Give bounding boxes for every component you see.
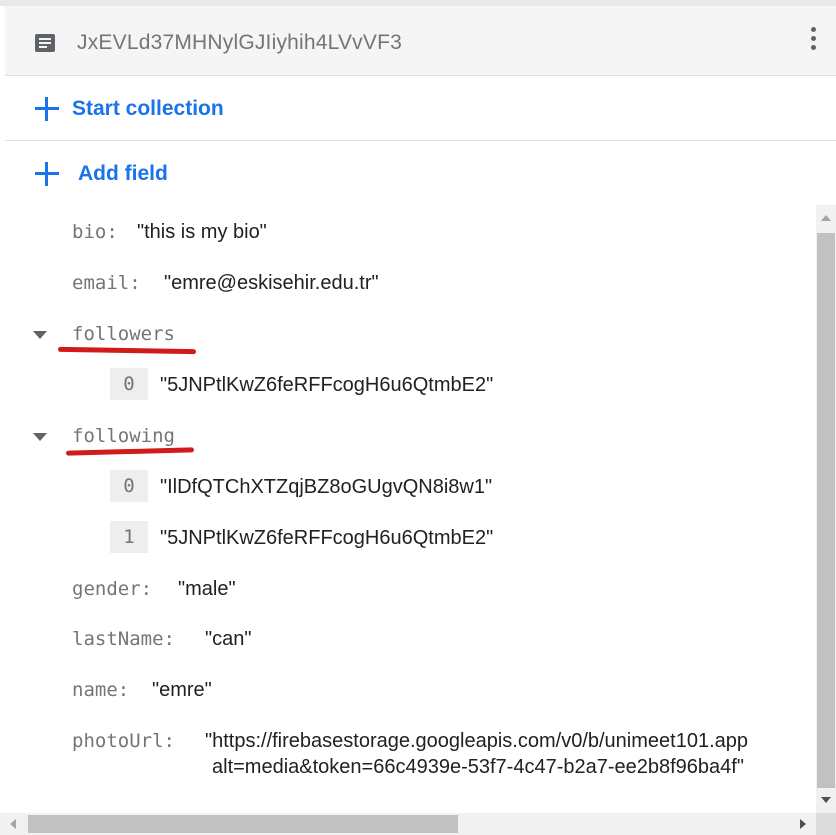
field-key: bio: (72, 221, 118, 243)
field-value: "male" (178, 578, 236, 600)
field-key: gender: (72, 578, 153, 600)
field-value: "this is my bio" (137, 221, 267, 243)
field-row-lastname[interactable]: lastName: "can" (0, 618, 816, 658)
array-item-row[interactable]: 1 "5JNPtlKwZ6feRFFcogH6u6QtmbE2" (0, 517, 816, 557)
field-key: photoUrl: (72, 730, 175, 752)
field-list: bio: "this is my bio" email: "emre@eskis… (0, 205, 816, 813)
field-row-bio[interactable]: bio: "this is my bio" (0, 211, 816, 251)
field-row-photourl[interactable]: photoUrl: "https://firebasestorage.googl… (0, 720, 816, 800)
start-collection-button[interactable]: Start collection (5, 77, 836, 141)
array-index: 0 (110, 470, 148, 502)
field-row-email[interactable]: email: "emre@eskisehir.edu.tr" (0, 262, 816, 302)
start-collection-label: Start collection (72, 97, 224, 120)
horizontal-scrollbar[interactable] (0, 813, 816, 835)
document-icon (35, 34, 55, 52)
array-index: 1 (110, 521, 148, 553)
add-field-label: Add field (78, 162, 168, 185)
field-row-gender[interactable]: gender: "male" (0, 568, 816, 608)
scroll-right-icon[interactable] (800, 819, 806, 829)
field-value: "can" (205, 628, 252, 650)
scrollbar-corner (816, 813, 836, 835)
field-value: "5JNPtlKwZ6feRFFcogH6u6QtmbE2" (160, 527, 494, 549)
array-item-row[interactable]: 0 "5JNPtlKwZ6feRFFcogH6u6QtmbE2" (0, 364, 816, 404)
field-key: name: (72, 679, 130, 701)
field-key: following (72, 425, 175, 447)
field-value: "5JNPtlKwZ6feRFFcogH6u6QtmbE2" (160, 374, 494, 396)
field-key: email: (72, 272, 141, 294)
vertical-scroll-thumb[interactable] (817, 233, 835, 788)
horizontal-scroll-thumb[interactable] (28, 815, 458, 833)
field-value: "emre" (152, 679, 212, 701)
document-id: JxEVLd37MHNylGJIiyhih4LVvVF3 (77, 31, 402, 54)
array-index: 0 (110, 368, 148, 400)
document-header: JxEVLd37MHNylGJIiyhih4LVvVF3 (5, 6, 836, 76)
field-value: "IlDfQTChXTZqjBZ8oGUgvQN8i8w1" (160, 476, 493, 498)
caret-down-icon[interactable] (33, 331, 47, 339)
scroll-left-icon[interactable] (10, 819, 16, 829)
add-field-button[interactable]: Add field (5, 142, 836, 206)
field-value: "emre@eskisehir.edu.tr" (164, 272, 379, 294)
scroll-up-icon[interactable] (821, 215, 831, 221)
scroll-down-icon[interactable] (821, 797, 831, 803)
vertical-scrollbar[interactable] (816, 205, 836, 813)
plus-icon (35, 97, 59, 121)
field-value-continued: alt=media&token=66c4939e-53f7-4c47-b2a7-… (212, 756, 744, 778)
field-row-name[interactable]: name: "emre" (0, 669, 816, 709)
field-key: lastName: (72, 628, 175, 650)
array-item-row[interactable]: 0 "IlDfQTChXTZqjBZ8oGUgvQN8i8w1" (0, 466, 816, 506)
field-value: "https://firebasestorage.googleapis.com/… (205, 730, 748, 752)
field-key: followers (72, 323, 175, 345)
more-vert-icon[interactable] (805, 24, 821, 58)
caret-down-icon[interactable] (33, 433, 47, 441)
red-underline-annotation (57, 346, 197, 355)
plus-icon (35, 162, 59, 186)
